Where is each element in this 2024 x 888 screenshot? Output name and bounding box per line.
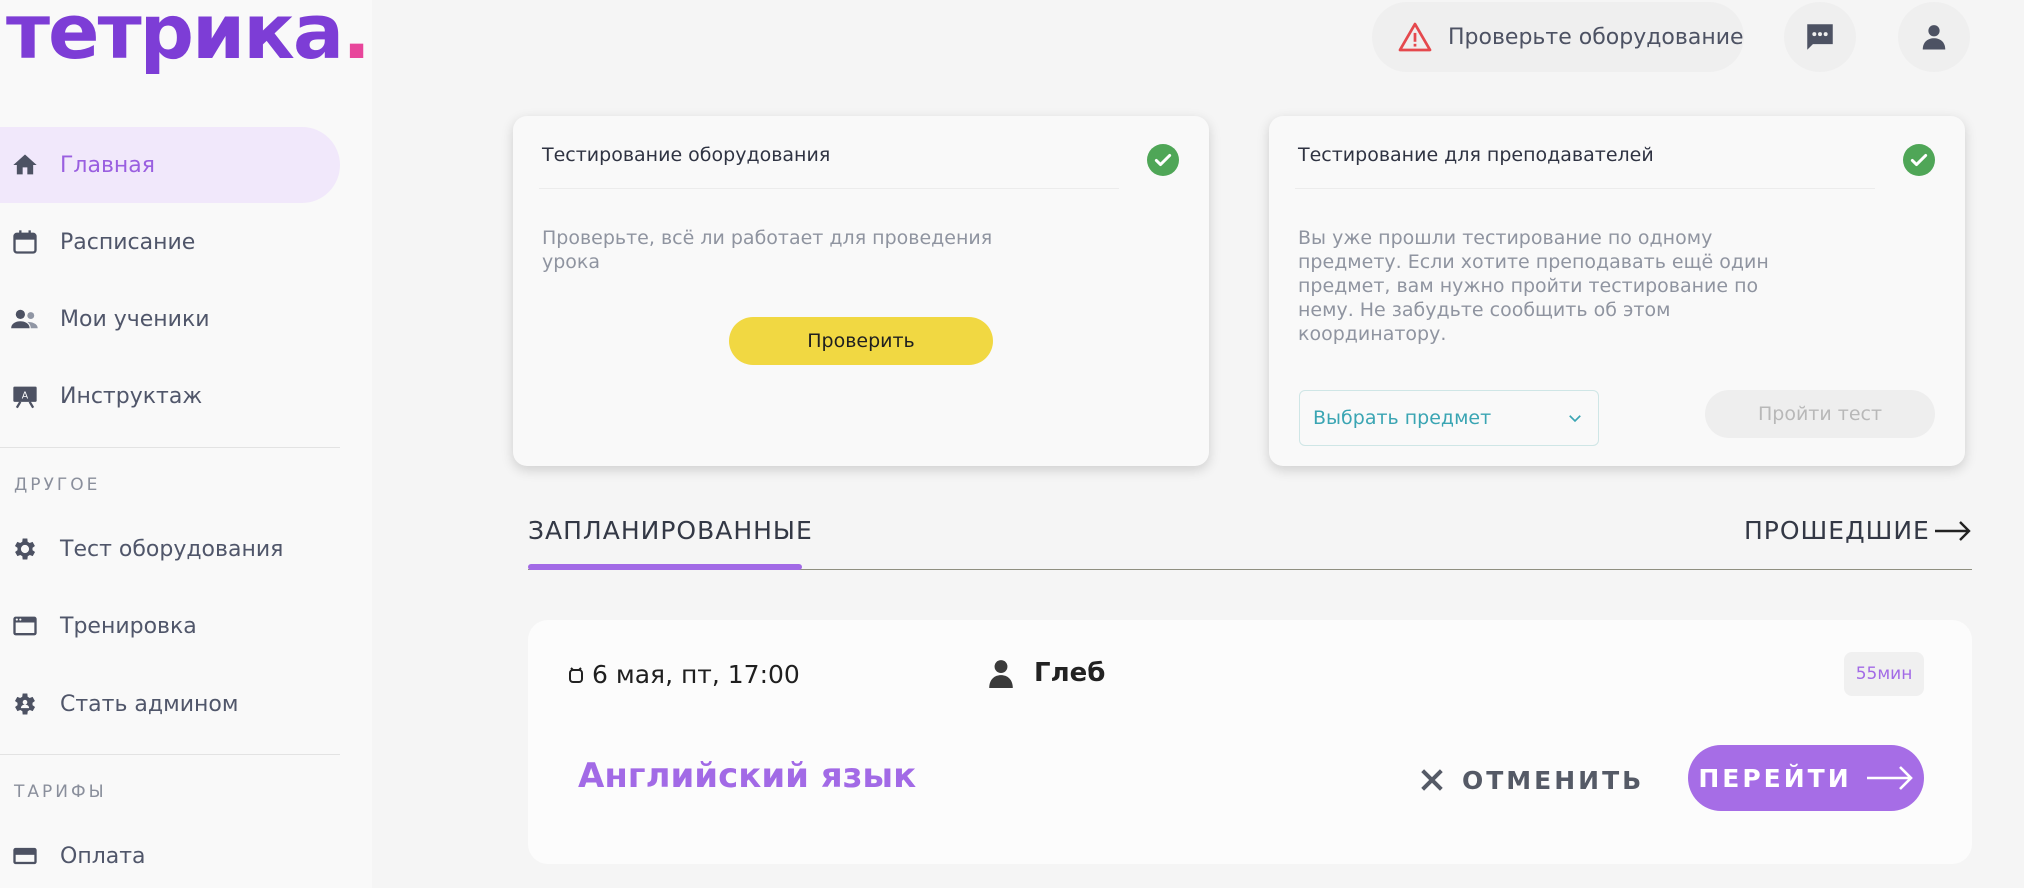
cancel-lesson-button[interactable]: ОТМЕНИТЬ xyxy=(1418,758,1644,802)
description-line: предмету. Если хотите преподавать ещё од… xyxy=(1298,251,1769,273)
description-line: координатору. xyxy=(1298,323,1447,345)
cancel-label: ОТМЕНИТЬ xyxy=(1462,765,1645,795)
check-equipment-button[interactable]: Проверьте оборудование xyxy=(1372,2,1744,72)
sidebar-item-label: Тренировка xyxy=(60,613,197,639)
equipment-test-card: Тестирование оборудования Проверьте, всё… xyxy=(513,116,1209,466)
card-divider xyxy=(539,188,1119,189)
people-icon xyxy=(10,304,40,334)
lesson-subject: Английский язык xyxy=(578,756,917,796)
sidebar-item-payment[interactable]: Оплата xyxy=(0,818,340,888)
teacher-test-card: Тестирование для преподавателей Вы уже п… xyxy=(1269,116,1965,466)
sidebar-item-instruction[interactable]: A Инструктаж xyxy=(0,358,340,434)
arrow-right-icon xyxy=(1866,766,1913,790)
card-divider xyxy=(1295,188,1875,189)
gear-icon xyxy=(10,534,40,564)
student-name: Глеб xyxy=(1034,658,1106,688)
sidebar: тетрика. Главная Расписание Мои ученики … xyxy=(0,0,372,888)
admin-gear-icon xyxy=(10,689,40,719)
arrow-right-icon xyxy=(1934,520,1971,541)
check-button[interactable]: Проверить xyxy=(729,317,993,365)
sidebar-item-label: Главная xyxy=(60,152,156,178)
subject-select-value: Выбрать предмет xyxy=(1313,407,1492,429)
sidebar-item-label: Стать админом xyxy=(60,691,239,717)
svg-text:A: A xyxy=(22,390,29,401)
check-icon xyxy=(1147,144,1179,176)
card-title: Тестирование для преподавателей xyxy=(1298,144,1654,166)
tab-past[interactable]: ПРОШЕДШИЕ xyxy=(1744,516,1972,545)
join-label: ПЕРЕЙТИ xyxy=(1698,763,1852,793)
sidebar-item-become-admin[interactable]: Стать админом xyxy=(0,666,340,742)
board-icon: A xyxy=(10,381,40,411)
subject-select[interactable]: Выбрать предмет xyxy=(1299,390,1599,446)
description-line: урока xyxy=(542,251,601,273)
sidebar-item-label: Мои ученики xyxy=(60,306,210,332)
check-equipment-label: Проверьте оборудование xyxy=(1448,24,1744,50)
user-icon xyxy=(1919,22,1949,52)
alarm-icon xyxy=(568,666,584,684)
duration-badge: 55мин xyxy=(1844,652,1924,696)
sidebar-item-students[interactable]: Мои ученики xyxy=(0,281,340,357)
card-description: Вы уже прошли тестирование по одному пре… xyxy=(1298,226,1769,346)
profile-button[interactable] xyxy=(1898,2,1970,72)
take-test-button[interactable]: Пройти тест xyxy=(1705,390,1935,438)
tab-past-label: ПРОШЕДШИЕ xyxy=(1744,516,1930,545)
logo-text: тетрика xyxy=(6,0,344,76)
lesson-card: 6 мая, пт, 17:00 Глеб 55мин Английский я… xyxy=(528,620,1972,864)
tab-planned[interactable]: ЗАПЛАНИРОВАННЫЕ xyxy=(528,516,813,545)
window-icon xyxy=(10,611,40,641)
logo[interactable]: тетрика. xyxy=(6,0,371,70)
warning-icon xyxy=(1398,22,1432,52)
sidebar-item-label: Расписание xyxy=(60,229,196,255)
description-line: нему. Не забудьте сообщить об этом xyxy=(1298,299,1671,321)
sidebar-item-label: Тест оборудования xyxy=(60,536,284,562)
sidebar-divider xyxy=(0,447,340,448)
card-title: Тестирование оборудования xyxy=(542,144,831,166)
sidebar-item-equipment-test[interactable]: Тест оборудования xyxy=(0,511,340,587)
sidebar-item-home[interactable]: Главная xyxy=(0,127,340,203)
sidebar-item-label: Оплата xyxy=(60,843,146,869)
sidebar-section-other: ДРУГОЕ xyxy=(14,475,101,495)
sidebar-item-label: Инструктаж xyxy=(60,383,203,409)
chat-icon xyxy=(1803,20,1837,54)
card-description: Проверьте, всё ли работает для проведени… xyxy=(542,226,992,274)
check-icon xyxy=(1903,144,1935,176)
calendar-icon xyxy=(10,227,40,257)
close-icon xyxy=(1418,766,1446,794)
home-icon xyxy=(10,150,40,180)
logo-dot: . xyxy=(342,0,371,76)
join-lesson-button[interactable]: ПЕРЕЙТИ xyxy=(1688,745,1924,811)
chat-button[interactable] xyxy=(1784,2,1856,72)
active-tab-indicator xyxy=(528,564,802,570)
sidebar-item-schedule[interactable]: Расписание xyxy=(0,204,340,280)
sidebar-section-tariffs: ТАРИФЫ xyxy=(14,782,107,802)
lesson-datetime: 6 мая, пт, 17:00 xyxy=(568,660,800,689)
sidebar-divider xyxy=(0,754,340,755)
card-icon xyxy=(10,841,40,871)
description-line: Вы уже прошли тестирование по одному xyxy=(1298,227,1713,249)
description-line: Проверьте, всё ли работает для проведени… xyxy=(542,227,993,249)
lesson-student: Глеб xyxy=(988,658,1105,688)
sidebar-item-training[interactable]: Тренировка xyxy=(0,588,340,664)
student-icon xyxy=(988,658,1014,688)
description-line: предмет, вам нужно пройти тестирование п… xyxy=(1298,275,1759,297)
lesson-datetime-text: 6 мая, пт, 17:00 xyxy=(592,660,800,689)
chevron-down-icon xyxy=(1566,409,1584,432)
